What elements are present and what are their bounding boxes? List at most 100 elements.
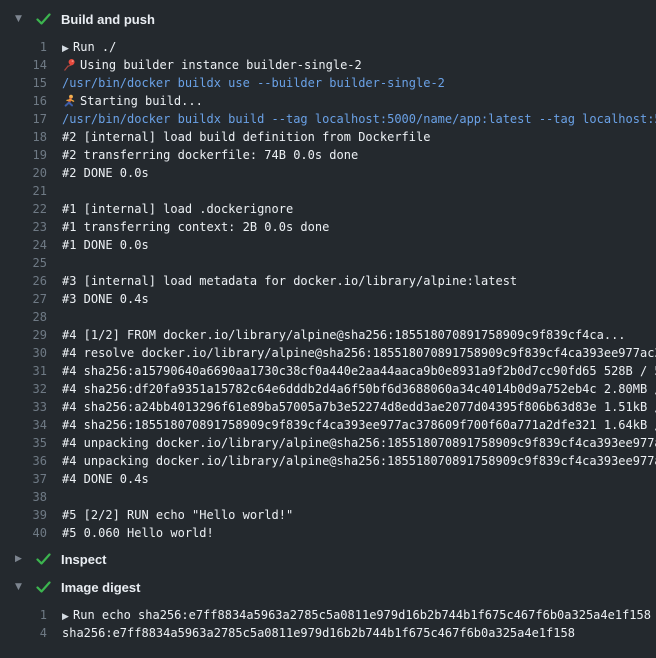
line-number[interactable]: 30 — [0, 344, 47, 362]
section-header-build-and-push[interactable]: ▼ Build and push — [0, 8, 656, 30]
log-line: 38 — [0, 488, 656, 506]
line-text: #1 transferring context: 2B 0.0s done — [62, 218, 656, 236]
log-line: 24 #1 DONE 0.0s — [0, 236, 656, 254]
line-number[interactable]: 17 — [0, 110, 47, 128]
log-line: 21 — [0, 182, 656, 200]
log-line: 20 #2 DONE 0.0s — [0, 164, 656, 182]
line-number[interactable]: 14 — [0, 56, 47, 74]
line-text-value: #4 sha256:a15790640a6690aa1730c38cf0a440… — [62, 364, 656, 378]
line-number[interactable]: 37 — [0, 470, 47, 488]
section-build-and-push: ▼ Build and push 1 ▶Run ./ 14 Using builder i… — [0, 8, 656, 542]
line-text: #4 sha256:df20fa9351a15782c64e6dddb2d4a6… — [62, 380, 656, 398]
line-number[interactable]: 4 — [0, 624, 47, 642]
log-line: 14 Using builder instance builder-single-… — [0, 56, 656, 74]
line-number[interactable]: 16 — [0, 92, 47, 110]
line-text-value: #2 DONE 0.0s — [62, 166, 149, 180]
log-line: 34 #4 sha256:185518070891758909c9f839cf4c… — [0, 416, 656, 434]
line-text-value: #2 [internal] load build definition from… — [62, 130, 430, 144]
line-number[interactable]: 27 — [0, 290, 47, 308]
log-line: 4 sha256:e7ff8834a5963a2785c5a0811e979d16… — [0, 624, 656, 642]
log-group-line[interactable]: 1 ▶Run echo sha256:e7ff8834a5963a2785c5a0… — [0, 606, 656, 624]
line-text-value: Using builder instance builder-single-2 — [80, 58, 362, 72]
line-text-value: Run echo sha256:e7ff8834a5963a2785c5a081… — [73, 608, 651, 622]
line-text: #4 sha256:a15790640a6690aa1730c38cf0a440… — [62, 362, 656, 380]
line-text: #4 unpacking docker.io/library/alpine@sh… — [62, 452, 656, 470]
line-text-value: sha256:e7ff8834a5963a2785c5a0811e979d16b… — [62, 626, 575, 640]
line-number[interactable]: 22 — [0, 200, 47, 218]
line-text: Using builder instance builder-single-2 — [62, 56, 656, 74]
play-icon[interactable]: ▶ — [62, 40, 73, 56]
line-text-value: #4 DONE 0.4s — [62, 472, 149, 486]
log-line: 28 — [0, 308, 656, 326]
log-line: 17/usr/bin/docker buildx build --tag loc… — [0, 110, 656, 128]
line-text-value: #5 [2/2] RUN echo "Hello world!" — [62, 508, 293, 522]
log-line: 18 #2 [internal] load build definition fr… — [0, 128, 656, 146]
line-number[interactable]: 31 — [0, 362, 47, 380]
log-group-line[interactable]: 1 ▶Run ./ — [0, 38, 656, 56]
line-number[interactable]: 34 — [0, 416, 47, 434]
log-line: 15/usr/bin/docker buildx use --builder b… — [0, 74, 656, 92]
log-line: 31 #4 sha256:a15790640a6690aa1730c38cf0a4… — [0, 362, 656, 380]
line-number[interactable]: 35 — [0, 434, 47, 452]
line-number[interactable]: 39 — [0, 506, 47, 524]
line-text: #1 [internal] load .dockerignore — [62, 200, 656, 218]
chevron-right-icon[interactable]: ▶ — [15, 555, 27, 564]
line-text — [62, 488, 656, 506]
line-text-value: #4 unpacking docker.io/library/alpine@sh… — [62, 436, 656, 450]
line-text: /usr/bin/docker buildx build --tag local… — [62, 110, 656, 128]
line-number[interactable]: 36 — [0, 452, 47, 470]
line-text: #3 [internal] load metadata for docker.i… — [62, 272, 656, 290]
section-title: Inspect — [61, 552, 107, 567]
log-line: 35 #4 unpacking docker.io/library/alpine@… — [0, 434, 656, 452]
line-text: #4 resolve docker.io/library/alpine@sha2… — [62, 344, 656, 362]
line-text-value: #4 sha256:a24bb4013296f61e89ba57005a7b3e… — [62, 400, 656, 414]
line-number[interactable]: 18 — [0, 128, 47, 146]
line-number[interactable]: 24 — [0, 236, 47, 254]
line-number[interactable]: 1 — [0, 606, 47, 624]
line-number[interactable]: 23 — [0, 218, 47, 236]
log-line: 36 #4 unpacking docker.io/library/alpine@… — [0, 452, 656, 470]
line-number[interactable]: 38 — [0, 488, 47, 506]
line-text-value: Run ./ — [73, 40, 116, 54]
log-line: 23 #1 transferring context: 2B 0.0s done — [0, 218, 656, 236]
line-number[interactable]: 33 — [0, 398, 47, 416]
line-number[interactable]: 20 — [0, 164, 47, 182]
line-text-value: #4 resolve docker.io/library/alpine@sha2… — [62, 346, 656, 360]
line-text-value: /usr/bin/docker buildx use --builder bui… — [62, 76, 445, 90]
line-text-value: #4 unpacking docker.io/library/alpine@sh… — [62, 454, 656, 468]
line-text-value: #4 [1/2] FROM docker.io/library/alpine@s… — [62, 328, 626, 342]
line-text-value: #1 [internal] load .dockerignore — [62, 202, 293, 216]
play-icon[interactable]: ▶ — [62, 608, 73, 624]
line-text: ▶Run echo sha256:e7ff8834a5963a2785c5a08… — [62, 606, 656, 624]
line-text — [62, 182, 656, 200]
line-number[interactable]: 28 — [0, 308, 47, 326]
line-text: #4 [1/2] FROM docker.io/library/alpine@s… — [62, 326, 656, 344]
line-number[interactable]: 26 — [0, 272, 47, 290]
section-header-image-digest[interactable]: ▼Image digest — [0, 576, 656, 598]
line-text: #2 [internal] load build definition from… — [62, 128, 656, 146]
pushpin-icon — [62, 57, 80, 75]
line-number[interactable]: 32 — [0, 380, 47, 398]
log-line: 19#2 transferring dockerfile: 74B 0.0s d… — [0, 146, 656, 164]
log-line: 33 #4 sha256:a24bb4013296f61e89ba57005a7b… — [0, 398, 656, 416]
line-number[interactable]: 19 — [0, 146, 47, 164]
line-number[interactable]: 40 — [0, 524, 47, 542]
line-text-value: #3 DONE 0.4s — [62, 292, 149, 306]
line-text-value: #4 sha256:185518070891758909c9f839cf4ca3… — [62, 418, 656, 432]
line-number[interactable]: 21 — [0, 182, 47, 200]
line-number[interactable]: 15 — [0, 74, 47, 92]
log-line: 22 #1 [internal] load .dockerignore — [0, 200, 656, 218]
line-text-value: /usr/bin/docker buildx build --tag local… — [62, 112, 656, 126]
log-line: 32 #4 sha256:df20fa9351a15782c64e6dddb2d4… — [0, 380, 656, 398]
line-text-value: #1 transferring context: 2B 0.0s done — [62, 220, 329, 234]
check-icon — [36, 13, 52, 25]
section-title: Build and push — [61, 12, 155, 27]
line-number[interactable]: 25 — [0, 254, 47, 272]
line-text: #5 0.060 Hello world! — [62, 524, 656, 542]
line-number[interactable]: 1 — [0, 38, 47, 56]
line-number[interactable]: 29 — [0, 326, 47, 344]
line-text-value: #1 DONE 0.0s — [62, 238, 149, 252]
chevron-down-icon[interactable]: ▼ — [15, 15, 27, 24]
chevron-down-icon[interactable]: ▼ — [15, 583, 27, 592]
section-header-inspect[interactable]: ▶ Inspect — [0, 548, 656, 570]
